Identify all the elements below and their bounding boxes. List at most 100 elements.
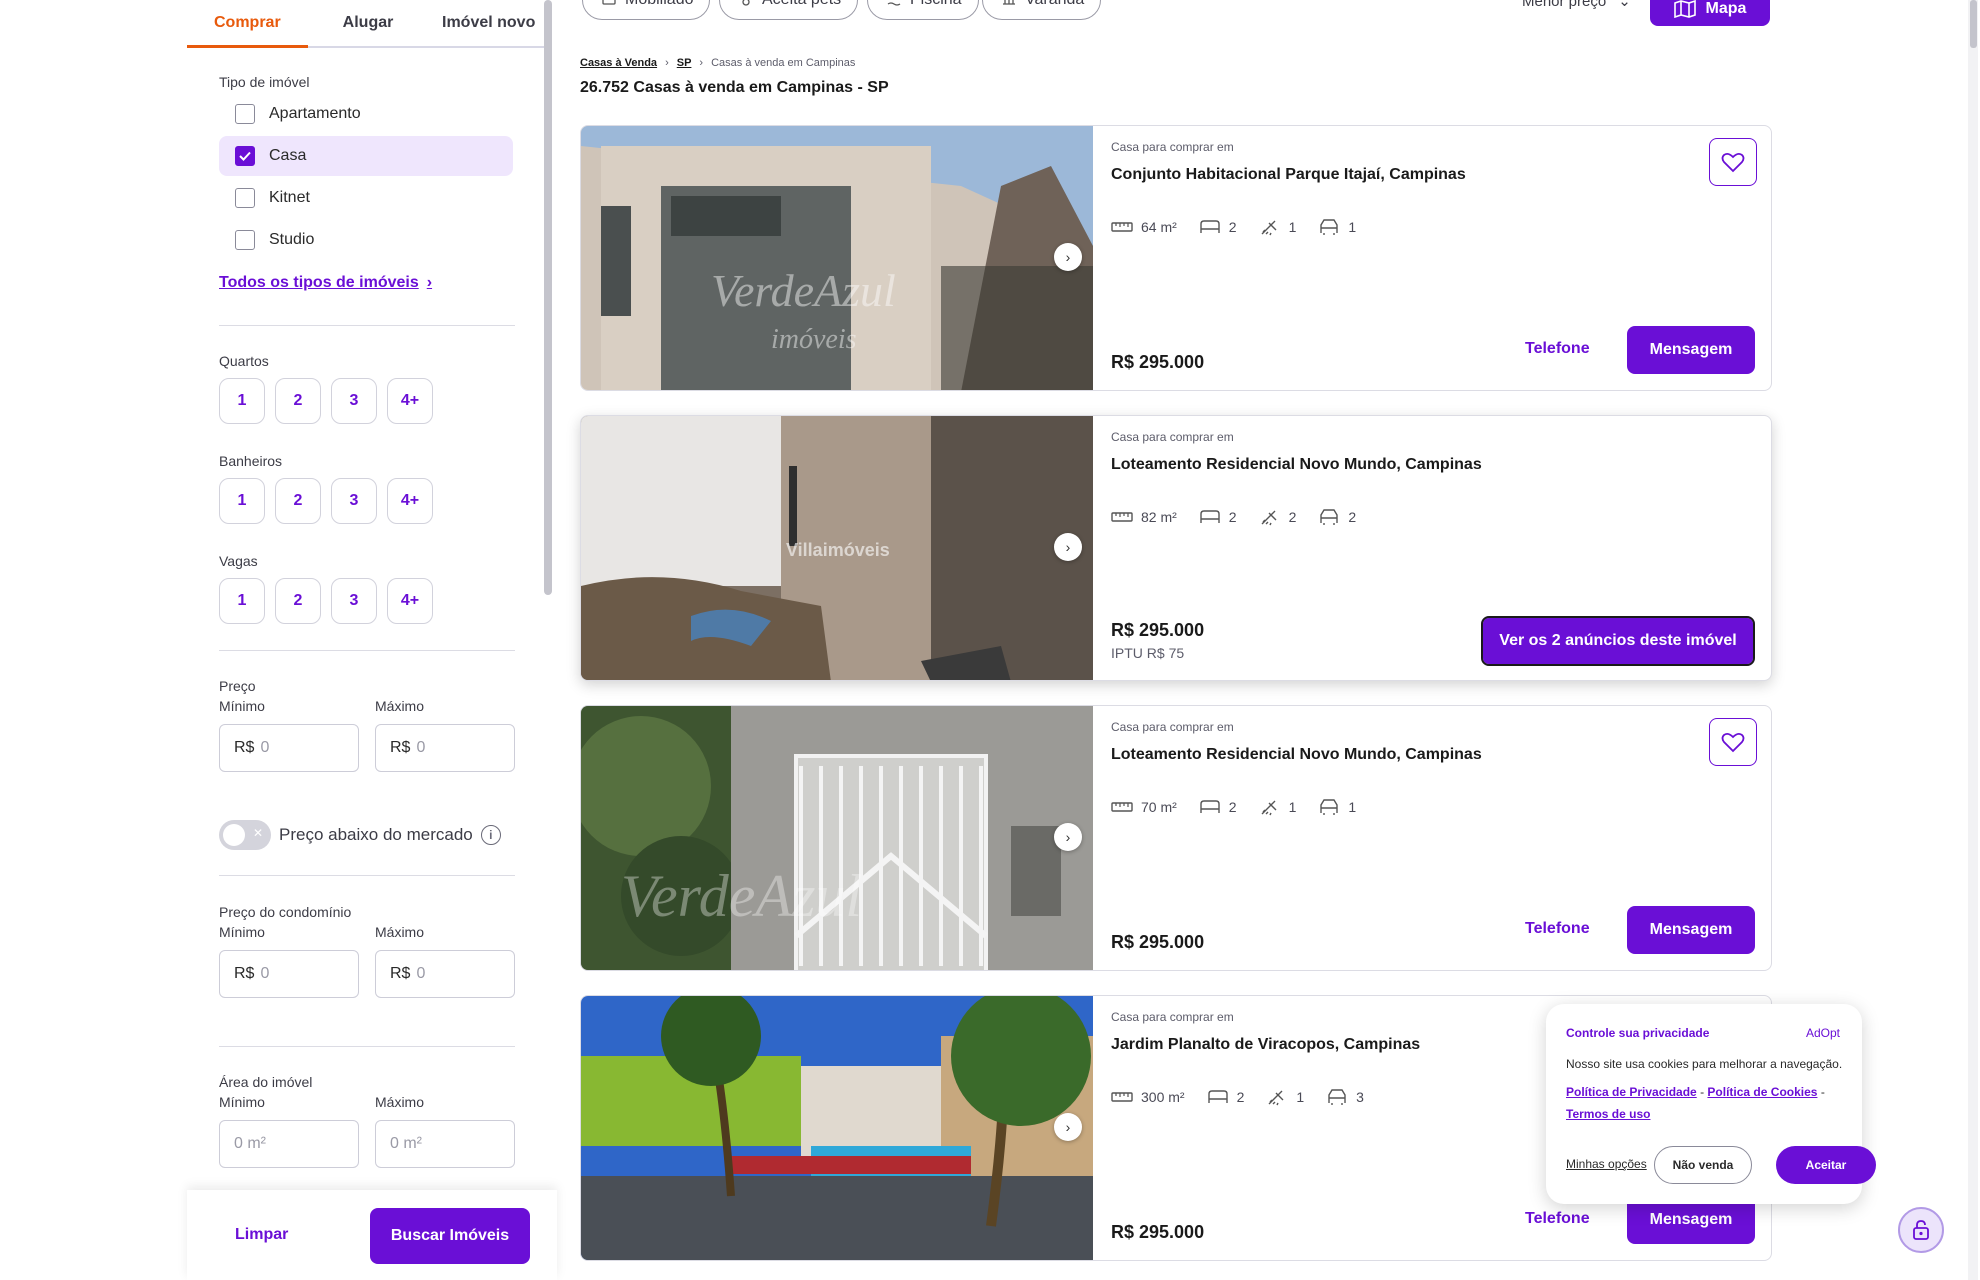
listing-card[interactable]: VerdeAzul imóveis › Casa para comprar em… [580, 125, 1772, 391]
mensagem-button[interactable]: Mensagem [1627, 906, 1755, 954]
tab-comprar[interactable]: Comprar [187, 0, 308, 48]
breadcrumb-sp[interactable]: SP [677, 57, 692, 69]
listing-address[interactable]: Jardim Planalto de Viracopos, Campinas [1111, 1036, 1420, 1054]
mensagem-button[interactable]: Mensagem [1627, 326, 1755, 374]
page-scrollbar-track[interactable] [1968, 0, 1978, 1280]
sort-dropdown[interactable]: Menor preço ⌄ [1522, 0, 1631, 10]
area-min-input[interactable]: 0 m² [219, 1120, 359, 1168]
sidebar-scrollbar[interactable] [544, 0, 552, 595]
terms-link[interactable]: Termos de uso [1566, 1107, 1650, 1121]
listing-type: Casa para comprar em [1111, 140, 1234, 154]
quartos-options: 1 2 3 4+ [219, 378, 433, 424]
telefone-button[interactable]: Telefone [1525, 340, 1590, 358]
telefone-button[interactable]: Telefone [1525, 1210, 1590, 1228]
link-separator: - [1700, 1085, 1705, 1099]
banheiros-1[interactable]: 1 [219, 478, 265, 524]
checkbox[interactable] [235, 230, 255, 250]
balcony-icon [1003, 0, 1015, 5]
quartos-label: Quartos [219, 353, 269, 369]
house-photo-image: VerdeAzul imóveis [581, 126, 1093, 390]
tipo-kitnet[interactable]: Kitnet [219, 178, 513, 218]
page-scrollbar-thumb[interactable] [1970, 0, 1977, 48]
sort-label: Menor preço [1522, 0, 1607, 10]
favorite-button[interactable] [1709, 138, 1757, 186]
tab-imovel-novo[interactable]: Imóvel novo [428, 0, 549, 46]
listing-photo[interactable]: › [581, 996, 1093, 1260]
preco-min-placeholder: 0 [260, 739, 270, 756]
listing-photo[interactable]: Villaimóveis › [581, 416, 1093, 680]
area-max-input[interactable]: 0 m² [375, 1120, 515, 1168]
vagas-1[interactable]: 1 [219, 578, 265, 624]
checkbox[interactable] [235, 188, 255, 208]
listing-photo[interactable]: VerdeAzul imóveis › [581, 126, 1093, 390]
next-photo-button[interactable]: › [1054, 243, 1082, 271]
banheiros-2[interactable]: 2 [275, 478, 321, 524]
tipo-label-text: Studio [269, 231, 315, 248]
tipo-apartamento[interactable]: Apartamento [219, 94, 513, 134]
preco-abaixo-toggle[interactable]: ✕ [219, 820, 271, 850]
listing-card[interactable]: Villaimóveis › Casa para comprar em Lote… [580, 415, 1772, 681]
next-photo-button[interactable]: › [1054, 1113, 1082, 1141]
banheiros-3[interactable]: 3 [331, 478, 377, 524]
privacy-policy-link[interactable]: Política de Privacidade [1566, 1085, 1697, 1099]
breadcrumb-casas-venda[interactable]: Casas à Venda [580, 57, 657, 69]
listing-type: Casa para comprar em [1111, 430, 1234, 444]
quartos-1[interactable]: 1 [219, 378, 265, 424]
quartos-3[interactable]: 3 [331, 378, 377, 424]
cookie-policy-link[interactable]: Política de Cookies [1707, 1085, 1817, 1099]
vagas-2[interactable]: 2 [275, 578, 321, 624]
todos-tipos-link[interactable]: Todos os tipos de imóveis › [219, 274, 432, 292]
preco-min-input[interactable]: R$ 0 [219, 724, 359, 772]
listing-address[interactable]: Loteamento Residencial Novo Mundo, Campi… [1111, 746, 1482, 764]
quartos-4-plus[interactable]: 4+ [387, 378, 433, 424]
buscar-imoveis-button[interactable]: Buscar Imóveis [370, 1208, 530, 1264]
checkbox[interactable] [235, 104, 255, 124]
cookie-options-link[interactable]: Minhas opções [1566, 1157, 1647, 1171]
condominio-max-input[interactable]: R$ 0 [375, 950, 515, 998]
tipo-casa[interactable]: Casa [219, 136, 513, 176]
listing-address[interactable]: Loteamento Residencial Novo Mundo, Campi… [1111, 456, 1482, 474]
cookie-brand[interactable]: AdOpt [1806, 1026, 1840, 1040]
tipo-label-text: Kitnet [269, 189, 310, 206]
listing-address[interactable]: Conjunto Habitacional Parque Itajaí, Cam… [1111, 166, 1466, 184]
preco-max-label: Máximo [375, 698, 425, 714]
vagas-3[interactable]: 3 [331, 578, 377, 624]
tab-alugar[interactable]: Alugar [308, 0, 429, 46]
listing-card[interactable]: VerdeAzul › Casa para comprar em Loteame… [580, 705, 1772, 971]
checkbox-checked[interactable] [235, 146, 255, 166]
info-icon[interactable]: i [480, 825, 501, 845]
vagas-options: 1 2 3 4+ [219, 578, 433, 624]
quartos-2[interactable]: 2 [275, 378, 321, 424]
gate-photo-image: VerdeAzul [581, 706, 1093, 970]
shower-icon [1261, 800, 1277, 816]
banheiros-4-plus[interactable]: 4+ [387, 478, 433, 524]
next-photo-button[interactable]: › [1054, 533, 1082, 561]
feature-banheiros: 1 [1259, 218, 1296, 236]
preco-max-input[interactable]: R$ 0 [375, 724, 515, 772]
chip-mobiliado[interactable]: Mobiliado [582, 0, 711, 20]
condominio-label: Preço do condomínio [219, 904, 352, 920]
ver-anuncios-button[interactable]: Ver os 2 anúncios deste imóvel [1481, 616, 1755, 666]
area-label: Área do imóvel [219, 1074, 313, 1090]
preco-abaixo-row: ✕ Preço abaixo do mercado i [219, 820, 501, 850]
chip-varanda[interactable]: Varanda [982, 0, 1102, 20]
mapa-button[interactable]: Mapa [1650, 0, 1770, 26]
currency-prefix: R$ [234, 965, 255, 982]
limpar-button[interactable]: Limpar [235, 1226, 288, 1244]
condominio-min-input[interactable]: R$ 0 [219, 950, 359, 998]
aceitar-button[interactable]: Aceitar [1776, 1146, 1876, 1184]
favorite-button[interactable] [1709, 718, 1757, 766]
privacy-lock-button[interactable] [1898, 1207, 1944, 1253]
banheiros-value: 2 [1288, 509, 1297, 525]
nao-venda-button[interactable]: Não venda [1654, 1146, 1752, 1184]
vagas-4-plus[interactable]: 4+ [387, 578, 433, 624]
chip-aceita-pets[interactable]: Aceita pets [719, 0, 859, 20]
tipo-studio[interactable]: Studio [219, 220, 513, 260]
next-photo-button[interactable]: › [1054, 823, 1082, 851]
chip-piscina[interactable]: Piscina [867, 0, 979, 20]
car-icon [1320, 219, 1339, 235]
listing-price: R$ 295.000 [1111, 932, 1205, 952]
cookie-links: Política de Privacidade - Política de Co… [1566, 1081, 1856, 1125]
telefone-button[interactable]: Telefone [1525, 920, 1590, 938]
listing-photo[interactable]: VerdeAzul › [581, 706, 1093, 970]
